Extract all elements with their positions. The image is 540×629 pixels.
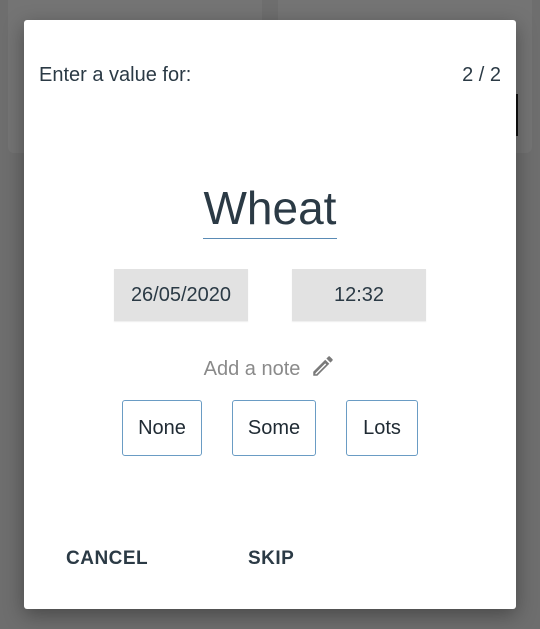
- option-lots-button[interactable]: Lots: [346, 400, 418, 456]
- skip-button[interactable]: SKIP: [248, 548, 294, 570]
- page-counter: 2 / 2: [462, 64, 501, 86]
- add-note-button[interactable]: Add a note: [24, 353, 516, 385]
- cancel-button[interactable]: CANCEL: [66, 548, 148, 570]
- item-name: Wheat: [202, 180, 338, 239]
- time-picker-button[interactable]: 12:32: [292, 269, 426, 321]
- value-entry-dialog: Enter a value for: 2 / 2 Wheat 26/05/202…: [24, 20, 516, 609]
- date-picker-button[interactable]: 26/05/2020: [114, 269, 248, 321]
- item-name-container: Wheat: [24, 180, 516, 239]
- pencil-icon: [310, 353, 336, 385]
- option-none-button[interactable]: None: [122, 400, 202, 456]
- amount-options: None Some Lots: [24, 400, 516, 458]
- dialog-header-label: Enter a value for:: [39, 64, 192, 86]
- option-some-button[interactable]: Some: [232, 400, 316, 456]
- add-note-label: Add a note: [203, 357, 301, 380]
